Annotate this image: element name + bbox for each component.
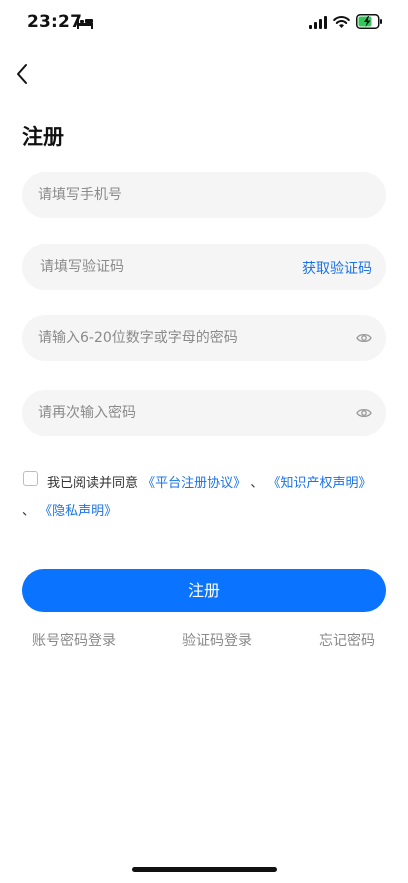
home-indicator (132, 867, 277, 872)
platform-agreement-link[interactable]: 《平台注册协议》 (142, 476, 246, 491)
forgot-password-link[interactable]: 忘记密码 (319, 630, 375, 650)
password-input[interactable] (38, 315, 338, 361)
agreement-text-line2: 、 《隐私声明》 (22, 500, 117, 519)
battery-charging-icon (356, 14, 382, 29)
bed-icon (77, 17, 93, 29)
eye-icon[interactable] (356, 406, 372, 420)
status-bar: 23:27 (0, 0, 408, 48)
ip-statement-link[interactable]: 《知识产权声明》 (267, 476, 371, 491)
confirm-password-input[interactable] (38, 390, 338, 436)
register-button[interactable]: 注册 (22, 569, 386, 612)
back-chevron-icon[interactable] (10, 60, 38, 88)
agreement-text: 我已阅读并同意 《平台注册协议》 、 《知识产权声明》 (47, 472, 371, 491)
verification-code-field: 获取验证码 (22, 244, 386, 290)
phone-field (22, 172, 386, 218)
wifi-icon (333, 16, 350, 28)
agreement-checkbox[interactable] (23, 471, 38, 486)
password-field (22, 315, 386, 361)
page-title: 注册 (22, 125, 64, 149)
agreement-prefix: 我已阅读并同意 (47, 476, 139, 491)
get-code-button[interactable]: 获取验证码 (302, 258, 372, 278)
agreement-separator: 、 (22, 504, 36, 519)
confirm-password-field (22, 390, 386, 436)
verification-code-input[interactable] (40, 244, 280, 290)
agreement-separator: 、 (250, 476, 264, 491)
signal-icon (309, 16, 327, 29)
account-password-login-link[interactable]: 账号密码登录 (32, 630, 116, 650)
phone-input[interactable] (38, 172, 368, 218)
status-time: 23:27 (27, 12, 83, 32)
code-login-link[interactable]: 验证码登录 (182, 630, 252, 650)
eye-icon[interactable] (356, 331, 372, 345)
privacy-statement-link[interactable]: 《隐私声明》 (39, 504, 117, 519)
